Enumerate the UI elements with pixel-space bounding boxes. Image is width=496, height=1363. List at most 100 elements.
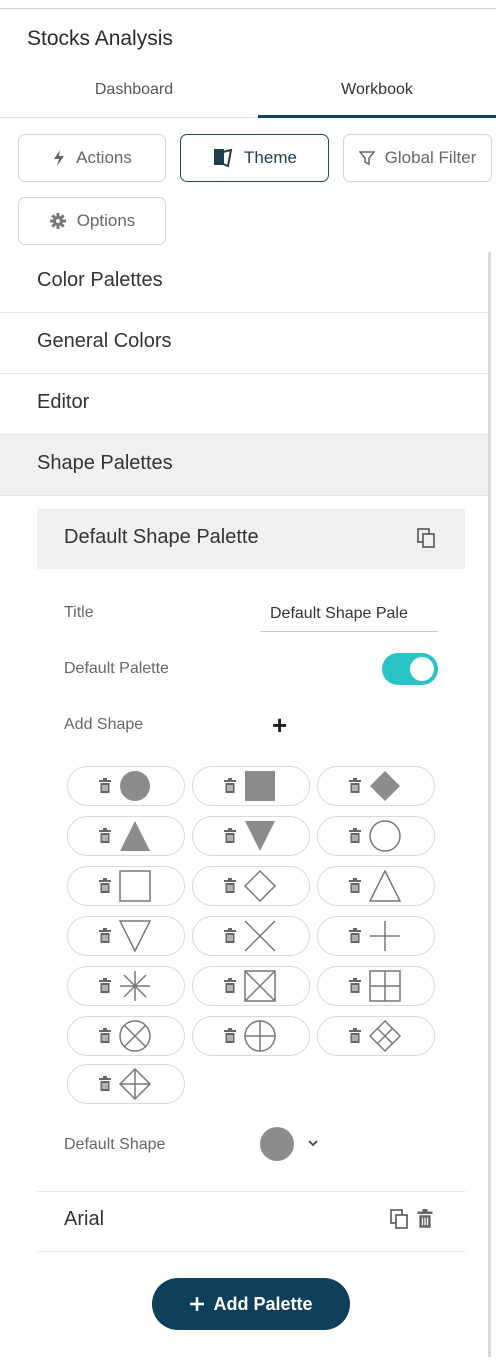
filter-funnel-icon [358, 151, 375, 166]
shape-chip [192, 916, 310, 956]
section-general-colors[interactable]: General Colors [0, 313, 488, 374]
shape-chip [317, 816, 435, 856]
chevron-down-icon[interactable] [306, 1136, 320, 1150]
section-color-palettes[interactable]: Color Palettes [0, 252, 488, 313]
circle-x-icon [119, 1020, 151, 1052]
shape-chip [317, 966, 435, 1006]
circle-icon [369, 820, 401, 852]
trash-icon[interactable] [348, 928, 362, 944]
trash-icon[interactable] [348, 828, 362, 844]
section-label: General Colors [37, 330, 172, 352]
triangle-down-icon [118, 920, 152, 953]
theme-book-icon [214, 148, 233, 168]
plus-icon [370, 921, 400, 951]
default-palette-label: Default Palette [64, 660, 169, 677]
square-plus-icon [369, 970, 401, 1002]
palette-name[interactable]: Arial [64, 1208, 104, 1231]
shape-chip [317, 916, 435, 956]
section-label: Editor [37, 391, 90, 413]
theme-label: Theme [244, 148, 297, 167]
diamond-icon [243, 869, 277, 903]
filled-triangle-down-icon [245, 821, 275, 851]
palette-name: Default Shape Palette [64, 526, 259, 548]
section-label: Color Palettes [37, 269, 163, 291]
shape-chip [192, 766, 310, 806]
x-icon [244, 920, 276, 952]
actions-button[interactable]: Actions [18, 134, 166, 182]
square-x-icon [244, 970, 276, 1002]
trash-icon[interactable] [223, 978, 237, 994]
trash-icon[interactable] [98, 828, 112, 844]
shape-chip [67, 1064, 185, 1104]
shape-chip [67, 966, 185, 1006]
tab-workbook[interactable]: Workbook [258, 72, 496, 118]
default-shape-label: Default Shape [64, 1136, 166, 1153]
trash-icon[interactable] [348, 878, 362, 894]
theme-button[interactable]: Theme [180, 134, 329, 182]
title-label: Title [64, 604, 94, 621]
active-tab-indicator [258, 115, 496, 118]
trash-icon[interactable] [98, 978, 112, 994]
filled-circle-icon [120, 771, 150, 801]
section-shape-palettes[interactable]: Shape Palettes [0, 435, 488, 496]
trash-icon[interactable] [98, 928, 112, 944]
tab-label: Dashboard [94, 81, 174, 98]
filled-diamond-icon [370, 771, 400, 801]
title-input[interactable] [260, 596, 438, 632]
default-shape-selector[interactable] [260, 1127, 294, 1161]
global-filter-button[interactable]: Global Filter [343, 134, 492, 182]
circle-plus-icon [244, 1020, 276, 1052]
add-shape-button[interactable]: + [272, 712, 287, 738]
shape-chip [192, 1016, 310, 1056]
app-title: Stocks Analysis [27, 27, 173, 50]
plus-icon [190, 1297, 205, 1311]
add-palette-button[interactable]: Add Palette [152, 1278, 350, 1330]
triangle-up-icon [368, 869, 402, 902]
trash-icon[interactable] [348, 1028, 362, 1044]
top-divider [0, 8, 496, 9]
add-shape-label: Add Shape [64, 716, 144, 733]
trash-icon[interactable] [223, 1028, 237, 1044]
shape-chip [67, 916, 185, 956]
shape-chip [67, 766, 185, 806]
toggle-knob [410, 657, 434, 681]
copy-icon[interactable] [390, 1209, 408, 1229]
trash-icon[interactable] [223, 878, 237, 894]
shape-chip [317, 766, 435, 806]
trash-icon[interactable] [223, 778, 237, 794]
shape-chip [67, 866, 185, 906]
section-label: Shape Palettes [37, 452, 173, 474]
tab-bar: Dashboard Workbook [0, 72, 496, 118]
palette-header[interactable]: Default Shape Palette [37, 509, 465, 569]
filled-triangle-up-icon [120, 821, 150, 851]
scrollbar[interactable] [488, 252, 491, 1357]
add-palette-label: Add Palette [213, 1293, 313, 1314]
shape-chip [192, 816, 310, 856]
trash-icon[interactable] [98, 878, 112, 894]
gear-icon [49, 213, 66, 229]
divider [37, 1191, 465, 1192]
trash-icon[interactable] [348, 978, 362, 994]
section-editor[interactable]: Editor [0, 374, 488, 435]
trash-icon[interactable] [223, 928, 237, 944]
tab-dashboard[interactable]: Dashboard [10, 72, 258, 118]
square-icon [119, 870, 151, 902]
default-palette-toggle[interactable] [382, 653, 438, 685]
shape-chip [192, 966, 310, 1006]
diamond-x-icon [368, 1019, 402, 1053]
actions-label: Actions [76, 148, 132, 167]
lightning-icon [54, 150, 65, 166]
trash-icon[interactable] [348, 778, 362, 794]
options-button[interactable]: Options [18, 197, 166, 245]
trash-icon[interactable] [98, 778, 112, 794]
shape-chip [317, 866, 435, 906]
trash-icon[interactable] [223, 828, 237, 844]
global-filter-label: Global Filter [384, 148, 477, 167]
shape-chip [317, 1016, 435, 1056]
options-label: Options [76, 211, 136, 230]
trash-icon[interactable] [416, 1209, 434, 1229]
trash-icon[interactable] [98, 1076, 112, 1092]
divider [37, 1251, 465, 1252]
copy-icon[interactable] [417, 528, 435, 548]
trash-icon[interactable] [98, 1028, 112, 1044]
